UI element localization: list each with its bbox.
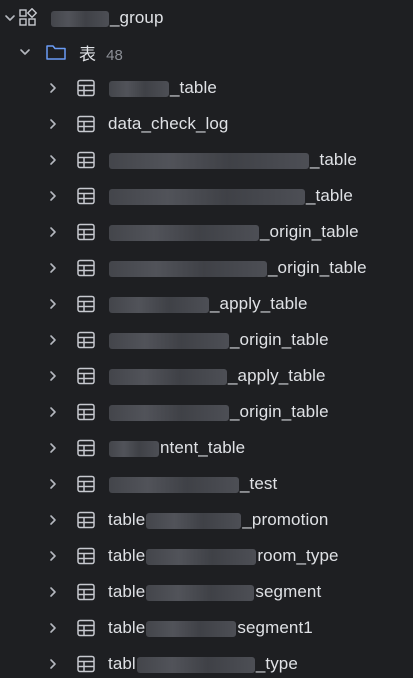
chevron-right-icon[interactable] [47,622,59,634]
table-icon [75,401,97,423]
table-icon [75,473,97,495]
table-icon [75,113,97,135]
chevron-down-icon[interactable] [19,46,31,58]
chevron-right-icon[interactable] [47,190,59,202]
chevron-right-icon[interactable] [47,370,59,382]
tree-node-table[interactable]: _apply_table [0,286,413,322]
table-name: _apply_table [108,294,308,314]
table-icon [75,185,97,207]
table-name: _apply_table [108,366,326,386]
table-name: _table [108,78,217,98]
table-icon [75,329,97,351]
tree-node-table[interactable]: _apply_table [0,358,413,394]
chevron-right-icon[interactable] [47,226,59,238]
table-name: data_check_log [108,114,229,133]
chevron-right-icon[interactable] [47,514,59,526]
table-name: _origin_table [108,222,359,242]
chevron-right-icon[interactable] [47,478,59,490]
database-tree: _group 表 48 _table data_check_log _table _ta… [0,0,413,678]
table-name: _origin_table [108,258,367,278]
tree-node-table[interactable]: _origin_table [0,250,413,286]
table-name: _table [108,186,353,206]
tree-node-table[interactable]: table segment1 [0,610,413,646]
table-icon [75,509,97,531]
table-name: table segment [108,582,322,601]
tree-node-table[interactable]: _table [0,142,413,178]
folder-label: 表 48 [79,44,123,64]
schema-group-icon [17,7,39,29]
chevron-right-icon[interactable] [47,406,59,418]
tree-node-table[interactable]: ntent_table [0,430,413,466]
table-name: table room_type [108,546,339,565]
chevron-right-icon[interactable] [47,550,59,562]
chevron-right-icon[interactable] [47,262,59,274]
group-label: _group [50,8,164,28]
tree-node-group[interactable]: _group [0,0,413,36]
tree-node-table[interactable]: _table [0,70,413,106]
tree-node-tables-folder[interactable]: 表 48 [0,34,413,70]
folder-count: 48 [106,46,123,64]
table-name: tabl _type [108,654,298,673]
chevron-down-icon[interactable] [4,12,16,24]
table-icon [75,617,97,639]
table-icon [75,653,97,675]
tree-node-table[interactable]: data_check_log [0,106,413,142]
table-icon [75,149,97,171]
table-name: _origin_table [108,330,329,350]
table-icon [75,293,97,315]
table-icon [75,365,97,387]
tree-node-table[interactable]: _table [0,178,413,214]
table-name: ntent_table [108,438,245,458]
tree-node-table[interactable]: _origin_table [0,322,413,358]
tree-node-table[interactable]: _origin_table [0,394,413,430]
chevron-right-icon[interactable] [47,442,59,454]
table-icon [75,257,97,279]
table-name: table _promotion [108,510,329,529]
chevron-right-icon[interactable] [47,298,59,310]
chevron-right-icon[interactable] [47,82,59,94]
chevron-right-icon[interactable] [47,118,59,130]
tree-node-table[interactable]: table _promotion [0,502,413,538]
table-name: _test [108,474,277,494]
table-name: table segment1 [108,618,313,637]
tree-node-table[interactable]: table room_type [0,538,413,574]
table-icon [75,77,97,99]
table-icon [75,221,97,243]
table-icon [75,545,97,567]
tree-node-table[interactable]: _origin_table [0,214,413,250]
chevron-right-icon[interactable] [47,586,59,598]
folder-icon [45,41,67,63]
tree-node-table[interactable]: table segment [0,574,413,610]
tree-node-table[interactable]: _test [0,466,413,502]
table-name: _origin_table [108,402,329,422]
chevron-right-icon[interactable] [47,334,59,346]
chevron-right-icon[interactable] [47,658,59,670]
table-icon [75,437,97,459]
tree-node-table[interactable]: tabl _type [0,646,413,678]
table-name: _table [108,150,357,170]
table-icon [75,581,97,603]
chevron-right-icon[interactable] [47,154,59,166]
